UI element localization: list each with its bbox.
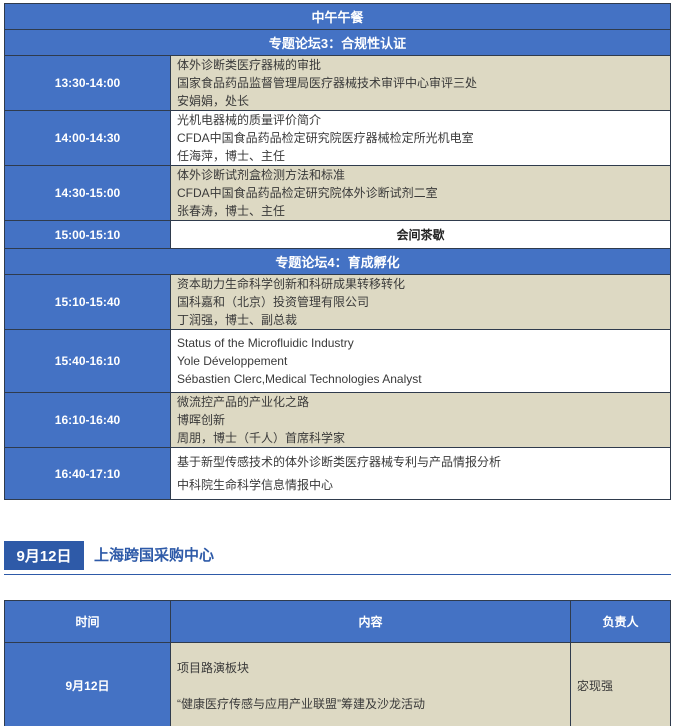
forum4-band: 专题论坛4：育成孵化 <box>5 249 670 275</box>
row-date: 9月12日 <box>5 643 171 726</box>
session-time: 15:10-15:40 <box>5 275 171 329</box>
session-speaker: 张春涛，博士、主任 <box>177 204 286 218</box>
schedule-table: 中午午餐 专题论坛3：合规性认证 13:30-14:00 体外诊断类医疗器械的审… <box>4 3 671 500</box>
session-org: Yole Développement <box>177 354 288 368</box>
day-badge: 9月12日 <box>4 541 84 570</box>
session-content: Status of the Microfluidic Industry Yole… <box>171 330 670 392</box>
session-org: 国家食品药品监督管理局医疗器械技术审评中心审评三处 <box>177 76 478 90</box>
session-org: 中科院生命科学信息情报中心 <box>177 478 334 493</box>
table-row: 14:30-15:00 体外诊断试剂盒检测方法和标准 CFDA中国食品药品检定研… <box>5 166 670 221</box>
session-title: 资本助力生命科学创新和科研成果转移转化 <box>177 277 406 291</box>
session-title: Status of the Microfluidic Industry <box>177 336 354 350</box>
table-row: 16:40-17:10 基于新型传感技术的体外诊断类医疗器械专利与产品情报分析 … <box>5 448 670 499</box>
day-header: 9月12日 上海跨国采购中心 <box>4 541 671 577</box>
table-header: 时间 内容 负责人 <box>5 601 670 643</box>
session-time: 15:40-16:10 <box>5 330 171 392</box>
session-speaker: 丁润强，博士、副总裁 <box>177 313 298 327</box>
session-speaker: 周朋，博士（千人）首席科学家 <box>177 431 346 445</box>
table-row: 9月12日 项目路演板块 “健康医疗传感与应用产业联盟”筹建及沙龙活动 宓现强 <box>5 643 670 726</box>
lunch-band: 中午午餐 <box>5 4 670 30</box>
session-time: 14:30-15:00 <box>5 166 171 220</box>
session-title: 体外诊断试剂盒检测方法和标准 <box>177 168 346 182</box>
session-title: 基于新型传感技术的体外诊断类医疗器械专利与产品情报分析 <box>177 454 502 469</box>
row-owner: 宓现强 <box>571 643 670 726</box>
session-content: 体外诊断类医疗器械的审批 国家食品药品监督管理局医疗器械技术审评中心审评三处 安… <box>171 56 670 110</box>
table-row: 15:10-15:40 资本助力生命科学创新和科研成果转移转化 国科嘉和（北京）… <box>5 275 670 330</box>
session-content: 微流控产品的产业化之路 博晖创新 周朋，博士（千人）首席科学家 <box>171 393 670 447</box>
session-time: 16:10-16:40 <box>5 393 171 447</box>
day-title: 上海跨国采购中心 <box>94 547 215 564</box>
header-content: 内容 <box>171 601 571 642</box>
lunch-label: 中午午餐 <box>311 10 364 25</box>
session-content: 体外诊断试剂盒检测方法和标准 CFDA中国食品药品检定研究院体外诊断试剂二室 张… <box>171 166 670 220</box>
session-org: 国科嘉和（北京）投资管理有限公司 <box>177 295 370 309</box>
table-row: 14:00-14:30 光机电器械的质量评价简介 CFDA中国食品药品检定研究院… <box>5 111 670 166</box>
row-content: 项目路演板块 “健康医疗传感与应用产业联盟”筹建及沙龙活动 <box>171 643 571 726</box>
session-speaker: Sébastien Clerc,Medical Technologies Ana… <box>177 372 422 386</box>
session-org: CFDA中国食品药品检定研究院医疗器械检定所光机电室 <box>177 131 474 145</box>
forum3-band: 专题论坛3：合规性认证 <box>5 30 670 56</box>
session-content: 基于新型传感技术的体外诊断类医疗器械专利与产品情报分析 中科院生命科学信息情报中… <box>171 448 670 499</box>
row-item: 项目路演板块 <box>177 660 250 675</box>
table-row: 15:40-16:10 Status of the Microfluidic I… <box>5 330 670 393</box>
session-speaker: 任海萍，博士、主任 <box>177 149 286 163</box>
session-time: 14:00-14:30 <box>5 111 171 165</box>
session-title: 体外诊断类医疗器械的审批 <box>177 58 322 72</box>
session-content: 光机电器械的质量评价简介 CFDA中国食品药品检定研究院医疗器械检定所光机电室 … <box>171 111 670 165</box>
session-org: CFDA中国食品药品检定研究院体外诊断试剂二室 <box>177 186 438 200</box>
forum4-title: 专题论坛4：育成孵化 <box>275 255 400 270</box>
row-item: “健康医疗传感与应用产业联盟”筹建及沙龙活动 <box>177 696 425 711</box>
break-label: 会间茶歇 <box>171 221 670 248</box>
table-row: 13:30-14:00 体外诊断类医疗器械的审批 国家食品药品监督管理局医疗器械… <box>5 56 670 111</box>
session-time: 15:00-15:10 <box>5 221 171 248</box>
session-time: 13:30-14:00 <box>5 56 171 110</box>
session-title: 光机电器械的质量评价简介 <box>177 113 322 127</box>
header-time: 时间 <box>5 601 171 642</box>
session-org: 博晖创新 <box>177 413 226 427</box>
day-divider <box>4 574 671 575</box>
session-speaker: 安娟娟，处长 <box>177 94 250 108</box>
session-time: 16:40-17:10 <box>5 448 171 499</box>
table-row: 16:10-16:40 微流控产品的产业化之路 博晖创新 周朋，博士（千人）首席… <box>5 393 670 448</box>
forum3-title: 专题论坛3：合规性认证 <box>268 36 407 51</box>
session-content: 资本助力生命科学创新和科研成果转移转化 国科嘉和（北京）投资管理有限公司 丁润强… <box>171 275 670 329</box>
table-row: 15:00-15:10 会间茶歇 <box>5 221 670 249</box>
session-title: 微流控产品的产业化之路 <box>177 395 310 409</box>
day-schedule-table: 时间 内容 负责人 9月12日 项目路演板块 “健康医疗传感与应用产业联盟”筹建… <box>4 600 671 726</box>
header-owner: 负责人 <box>602 615 639 629</box>
